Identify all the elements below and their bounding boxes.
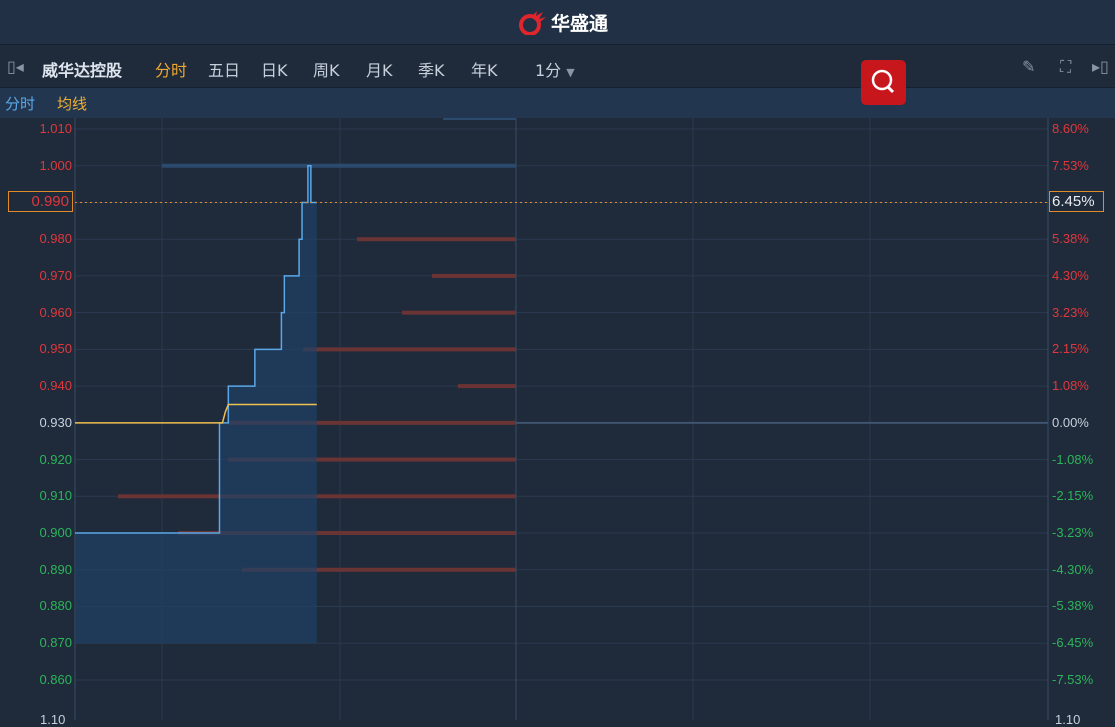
price-tick: 1.000 xyxy=(39,157,72,173)
tab-week-k[interactable]: 周K xyxy=(313,57,340,81)
legend-bar: 分时 均线 xyxy=(0,88,1115,118)
depth-bar xyxy=(402,310,516,315)
price-tick: 1.010 xyxy=(39,121,72,136)
search-button[interactable] xyxy=(861,60,906,105)
search-icon xyxy=(871,69,895,94)
stock-name: 威华达控股 xyxy=(42,61,123,80)
pct-tick: 5.38% xyxy=(1052,231,1089,247)
interval-value: 1分 xyxy=(535,61,562,80)
tab-five-day[interactable]: 五日 xyxy=(208,57,240,81)
pct-tick: 4.30% xyxy=(1052,267,1089,283)
price-tick: 0.930 xyxy=(39,414,72,430)
pct-tick: -3.23% xyxy=(1052,525,1094,541)
price-tick: 0.940 xyxy=(39,378,72,394)
price-tick: 0.960 xyxy=(39,304,72,320)
price-tick: 0.920 xyxy=(39,451,72,467)
depth-bar xyxy=(443,118,516,120)
depth-bar xyxy=(118,494,516,499)
price-tick: 0.910 xyxy=(39,488,72,504)
tab-quarter-k[interactable]: 季K xyxy=(418,57,445,81)
collapse-right-icon[interactable]: ▸▯ xyxy=(1092,57,1109,76)
legend-price-line: 分时 xyxy=(5,95,36,113)
pct-tick: 0.00% xyxy=(1052,414,1089,430)
pct-tick: -4.30% xyxy=(1052,561,1094,577)
pct-tick: 8.60% xyxy=(1052,121,1089,136)
depth-bar xyxy=(458,384,516,389)
flame-logo-icon xyxy=(519,10,546,35)
depth-bar xyxy=(357,237,516,242)
current-pct-label: 6.45% xyxy=(1049,191,1104,213)
price-tick: 0.950 xyxy=(39,341,72,357)
pct-tick: 7.53% xyxy=(1052,157,1089,173)
fullscreen-icon[interactable]: ⛶ xyxy=(1060,57,1071,77)
chevron-down-icon: ▼ xyxy=(566,66,575,79)
price-tick: 0.980 xyxy=(39,231,72,247)
pct-tick: -2.15% xyxy=(1052,488,1094,504)
depth-bar xyxy=(432,273,516,278)
toolbar: ▯◂ 威华达控股 分时 五日 日K 周K 月K 季K 年K 1分 ▼ ✎ ⛶ ▸… xyxy=(0,46,1115,88)
pct-tick: -6.45% xyxy=(1052,635,1094,651)
app-title: 华盛通 xyxy=(551,13,609,35)
interval-select[interactable]: 1分 ▼ xyxy=(535,57,575,81)
depth-bar xyxy=(162,163,516,168)
tab-fenshi[interactable]: 分时 xyxy=(155,57,187,81)
pencil-icon[interactable]: ✎ xyxy=(1022,57,1035,76)
pct-tick: 3.23% xyxy=(1052,304,1089,320)
intraday-chart[interactable] xyxy=(0,118,1115,720)
pct-tick: 2.15% xyxy=(1052,341,1089,357)
tab-month-k[interactable]: 月K xyxy=(366,57,393,81)
price-tick: 0.970 xyxy=(39,267,72,283)
price-tick: 0.870 xyxy=(39,635,72,651)
tab-year-k[interactable]: 年K xyxy=(471,57,498,81)
pct-tick: 1.08% xyxy=(1052,378,1089,394)
pct-tick: -1.08% xyxy=(1052,451,1094,467)
title-bar: 华盛通 xyxy=(0,0,1115,45)
price-tick: 0.890 xyxy=(39,561,72,577)
price-tick: 0.900 xyxy=(39,525,72,541)
current-price-label: 0.990 xyxy=(8,191,73,213)
depth-bar xyxy=(303,347,516,352)
tab-day-k[interactable]: 日K xyxy=(261,57,288,81)
price-tick: 0.860 xyxy=(39,671,72,687)
pct-tick: -7.53% xyxy=(1052,671,1094,687)
app-logo: 华盛通 xyxy=(517,9,608,36)
pct-tick: -5.38% xyxy=(1052,598,1094,614)
collapse-left-icon[interactable]: ▯◂ xyxy=(7,57,24,76)
price-tick: 0.880 xyxy=(39,598,72,614)
legend-average-line: 均线 xyxy=(57,95,88,113)
